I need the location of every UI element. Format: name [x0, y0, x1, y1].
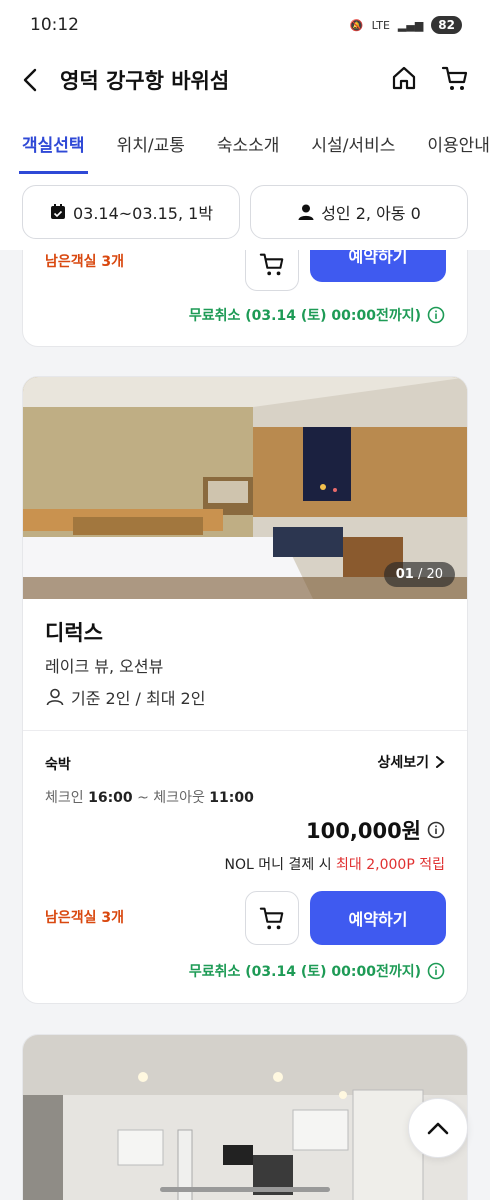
cart-icon	[259, 907, 284, 930]
free-cancel-text: 무료취소 (03.14 (토) 00:00전까지)	[188, 308, 421, 324]
date-filter-label: 03.14~03.15, 1박	[72, 204, 214, 223]
date-filter-button[interactable]: 03.14~03.15, 1박	[22, 185, 240, 239]
person-outline-icon	[46, 688, 64, 706]
book-button[interactable]: 예약하기	[310, 250, 446, 282]
room-name: 디럭스	[45, 621, 103, 645]
calendar-icon	[50, 204, 65, 219]
app-header: 영덕 강구항 바위섬	[0, 50, 490, 110]
home-icon	[392, 66, 416, 90]
reward-prefix: NOL 머니 결제 시	[224, 857, 332, 873]
room-card: 남은객실 3개 예약하기 무료취소 (03.14 (토) 00:00전까지)	[22, 250, 468, 347]
free-cancel-notice: 무료취소 (03.14 (토) 00:00전까지)	[189, 305, 445, 325]
checkin-info: 체크인 16:00 ~ 체크아웃 11:00	[45, 787, 254, 807]
tab-intro[interactable]: 숙소소개	[217, 131, 280, 174]
info-icon[interactable]	[427, 306, 445, 324]
checkin-time: 16:00	[88, 790, 133, 806]
tab-room-select[interactable]: 객실선택	[19, 131, 88, 174]
guest-filter-button[interactable]: 성인 2, 아동 0	[250, 185, 468, 239]
chevron-up-icon	[427, 1122, 449, 1135]
cart-icon	[259, 253, 284, 276]
guest-filter-label: 성인 2, 아동 0	[321, 204, 421, 223]
person-icon	[298, 204, 314, 220]
photo-total: / 20	[417, 567, 443, 582]
price-value: 100,000원	[306, 819, 421, 843]
info-icon[interactable]	[427, 962, 445, 980]
cart-icon	[441, 66, 468, 90]
detail-link[interactable]: 상세보기	[377, 752, 445, 772]
room-price: 100,000원	[306, 815, 445, 845]
page-title: 영덕 강구항 바위섬	[60, 69, 230, 93]
stay-type: 숙박	[45, 757, 71, 773]
section-tabs: 객실선택 위치/교통 숙소소개 시설/서비스 이용안내	[0, 110, 490, 174]
network-label: LTE	[371, 18, 390, 32]
home-button[interactable]	[390, 64, 418, 96]
reward-highlight: 최대 2,000P 적립	[336, 857, 445, 873]
status-time: 10:12	[30, 15, 79, 35]
room-photo-image[interactable]	[23, 1035, 468, 1200]
filter-bar: 03.14~03.15, 1박 성인 2, 아동 0	[0, 174, 490, 250]
book-button[interactable]: 예약하기	[310, 891, 446, 945]
free-cancel-text: 무료취소 (03.14 (토) 00:00전까지)	[188, 964, 421, 980]
tab-location[interactable]: 위치/교통	[117, 131, 185, 174]
scroll-top-button[interactable]	[408, 1098, 468, 1158]
divider	[23, 730, 467, 731]
chevron-right-icon	[436, 756, 445, 768]
photo-index: 01	[395, 567, 414, 582]
back-button[interactable]	[20, 65, 50, 95]
info-icon[interactable]	[427, 821, 445, 839]
tab-facilities[interactable]: 시설/서비스	[311, 131, 395, 174]
remaining-rooms: 남은객실 3개	[45, 910, 125, 926]
tab-usage-info[interactable]: 이용안내	[427, 131, 490, 174]
cart-button[interactable]	[440, 63, 470, 97]
status-icons: 🔕 LTE ▂▄▆ 82	[350, 16, 462, 34]
add-to-cart-button[interactable]	[245, 250, 299, 291]
status-bar: 10:12 🔕 LTE ▂▄▆ 82	[0, 0, 490, 50]
checkout-time: 11:00	[209, 790, 254, 806]
home-indicator	[160, 1187, 330, 1192]
room-capacity-text: 기준 2인 / 최대 2인	[71, 689, 206, 708]
detail-link-label: 상세보기	[377, 755, 429, 771]
room-photo[interactable]: 01 / 20	[23, 377, 467, 599]
room-card	[22, 1034, 468, 1200]
chevron-left-icon	[23, 68, 37, 92]
photo-counter: 01 / 20	[383, 562, 455, 587]
room-capacity: 기준 2인 / 최대 2인	[45, 685, 205, 709]
room-view: 레이크 뷰, 오션뷰	[45, 657, 164, 676]
room-card: 01 / 20 디럭스 레이크 뷰, 오션뷰 기준 2인 / 최대 2인 숙박 …	[22, 376, 468, 1004]
add-to-cart-button[interactable]	[245, 891, 299, 945]
battery-icon: 82	[431, 16, 462, 34]
room-list[interactable]: 남은객실 3개 예약하기 무료취소 (03.14 (토) 00:00전까지) 0…	[0, 250, 490, 1200]
signal-icon: ▂▄▆	[397, 18, 424, 32]
free-cancel-notice: 무료취소 (03.14 (토) 00:00전까지)	[189, 961, 445, 981]
reward-notice: NOL 머니 결제 시 최대 2,000P 적립	[225, 854, 445, 874]
checkout-label: ~ 체크아웃	[137, 790, 205, 806]
mute-icon: 🔕	[349, 18, 364, 32]
checkin-label: 체크인	[45, 790, 84, 806]
remaining-rooms: 남은객실 3개	[45, 254, 125, 270]
